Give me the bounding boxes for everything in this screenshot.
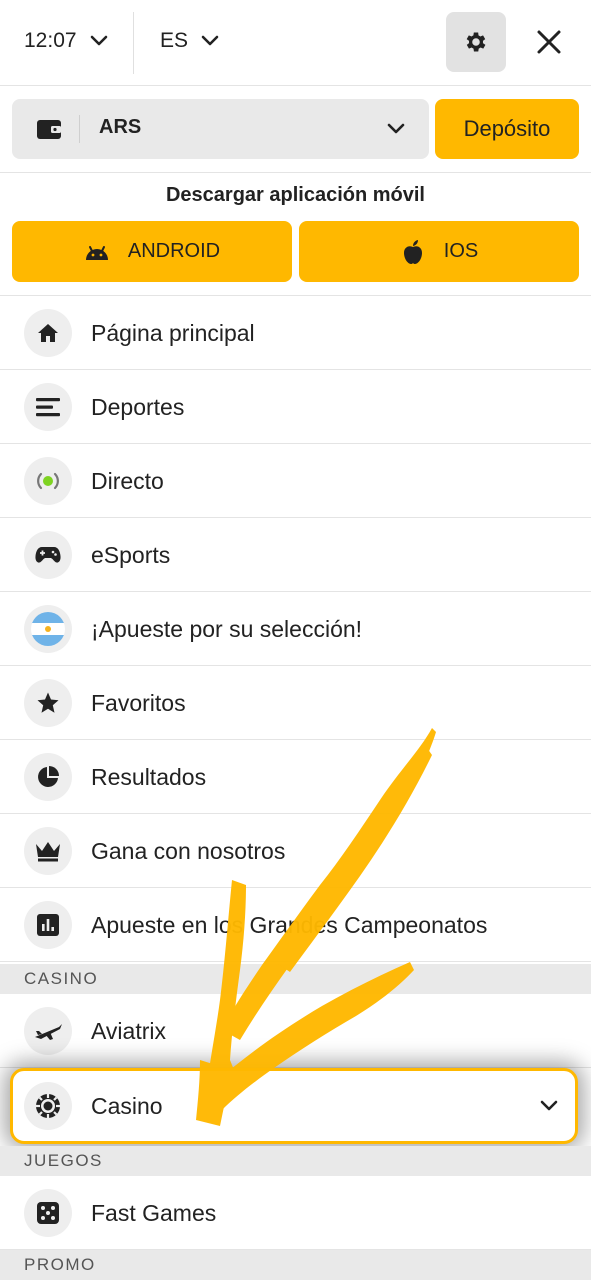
section-title: PROMO	[24, 1255, 96, 1274]
ios-label: IOS	[443, 240, 479, 262]
menu-item-label: Directo	[91, 468, 164, 494]
menu-item-live[interactable]: Directo	[0, 444, 591, 518]
menu-item-sports[interactable]: Deportes	[0, 370, 591, 444]
section-header-promo: PROMO	[0, 1250, 591, 1280]
home-icon	[24, 309, 72, 357]
android-download-button[interactable]: ANDROID	[12, 221, 292, 282]
settings-button[interactable]	[446, 12, 506, 72]
divider	[0, 172, 591, 173]
menu-item-label: Resultados	[91, 764, 207, 790]
android-icon	[84, 239, 110, 265]
divider	[79, 115, 80, 143]
chevron-down-icon	[90, 35, 107, 46]
menu-item-label: Fast Games	[91, 1200, 217, 1226]
section-title: JUEGOS	[24, 1151, 103, 1170]
language-selector[interactable]: ES	[160, 26, 220, 56]
chevron-down-icon	[201, 35, 219, 46]
menu-item-casino[interactable]: Casino	[10, 1068, 578, 1144]
menu-item-label: Apueste en los Grandes Campeonatos	[91, 912, 488, 938]
menu-item-label: ¡Apueste por su selección!	[91, 616, 363, 642]
menu-item-results[interactable]: Resultados	[0, 740, 591, 814]
time-label: 12:07	[24, 29, 77, 52]
top-bar: 12:07 ES	[0, 0, 591, 86]
section-header-juegos: JUEGOS	[0, 1146, 591, 1176]
divider	[133, 12, 134, 74]
list-icon	[24, 383, 72, 431]
casino-chip-icon	[24, 1082, 72, 1130]
menu-item-label: Aviatrix	[91, 1018, 166, 1044]
wallet-icon	[37, 120, 61, 139]
apple-icon	[400, 239, 426, 265]
argentina-flag-icon	[24, 605, 72, 653]
menu-item-favorites[interactable]: Favoritos	[0, 666, 591, 740]
deposit-button[interactable]: Depósito	[435, 99, 579, 159]
currency-label: ARS	[99, 116, 142, 138]
gear-icon	[466, 32, 486, 52]
bar-chart-icon	[24, 901, 72, 949]
menu-item-win-with-us[interactable]: Gana con nosotros	[0, 814, 591, 888]
menu-item-pick-selection[interactable]: ¡Apueste por su selección!	[0, 592, 591, 666]
menu-item-fast-games[interactable]: Fast Games	[0, 1176, 591, 1250]
gamepad-icon	[24, 531, 72, 579]
menu-item-esports[interactable]: eSports	[0, 518, 591, 592]
time-selector[interactable]: 12:07	[24, 26, 109, 56]
menu-item-home[interactable]: Página principal	[0, 296, 591, 370]
ios-download-button[interactable]: IOS	[299, 221, 579, 282]
android-label: ANDROID	[127, 240, 221, 262]
download-title: Descargar aplicación móvil	[165, 184, 425, 206]
live-icon	[24, 457, 72, 505]
chevron-down-icon	[540, 1100, 558, 1111]
menu-item-aviatrix[interactable]: Aviatrix	[0, 994, 591, 1068]
close-button[interactable]	[531, 24, 567, 60]
currency-selector[interactable]: ARS	[12, 99, 429, 159]
menu-item-label: Gana con nosotros	[91, 838, 286, 864]
menu-item-championships[interactable]: Apueste en los Grandes Campeonatos	[0, 888, 591, 962]
menu-item-label: Página principal	[91, 320, 255, 346]
menu-item-label: Casino	[91, 1093, 163, 1119]
star-icon	[24, 679, 72, 727]
menu-item-label: eSports	[91, 542, 171, 568]
plane-icon	[24, 1007, 72, 1055]
menu-item-label: Favoritos	[91, 690, 186, 716]
close-icon	[537, 30, 561, 54]
pie-chart-icon	[24, 753, 72, 801]
section-header-casino: CASINO	[0, 964, 591, 994]
crown-icon	[24, 827, 72, 875]
dice-icon	[24, 1189, 72, 1237]
chevron-down-icon	[387, 123, 405, 134]
menu-item-label: Deportes	[91, 394, 185, 420]
section-title: CASINO	[24, 969, 99, 988]
language-label: ES	[160, 29, 189, 52]
